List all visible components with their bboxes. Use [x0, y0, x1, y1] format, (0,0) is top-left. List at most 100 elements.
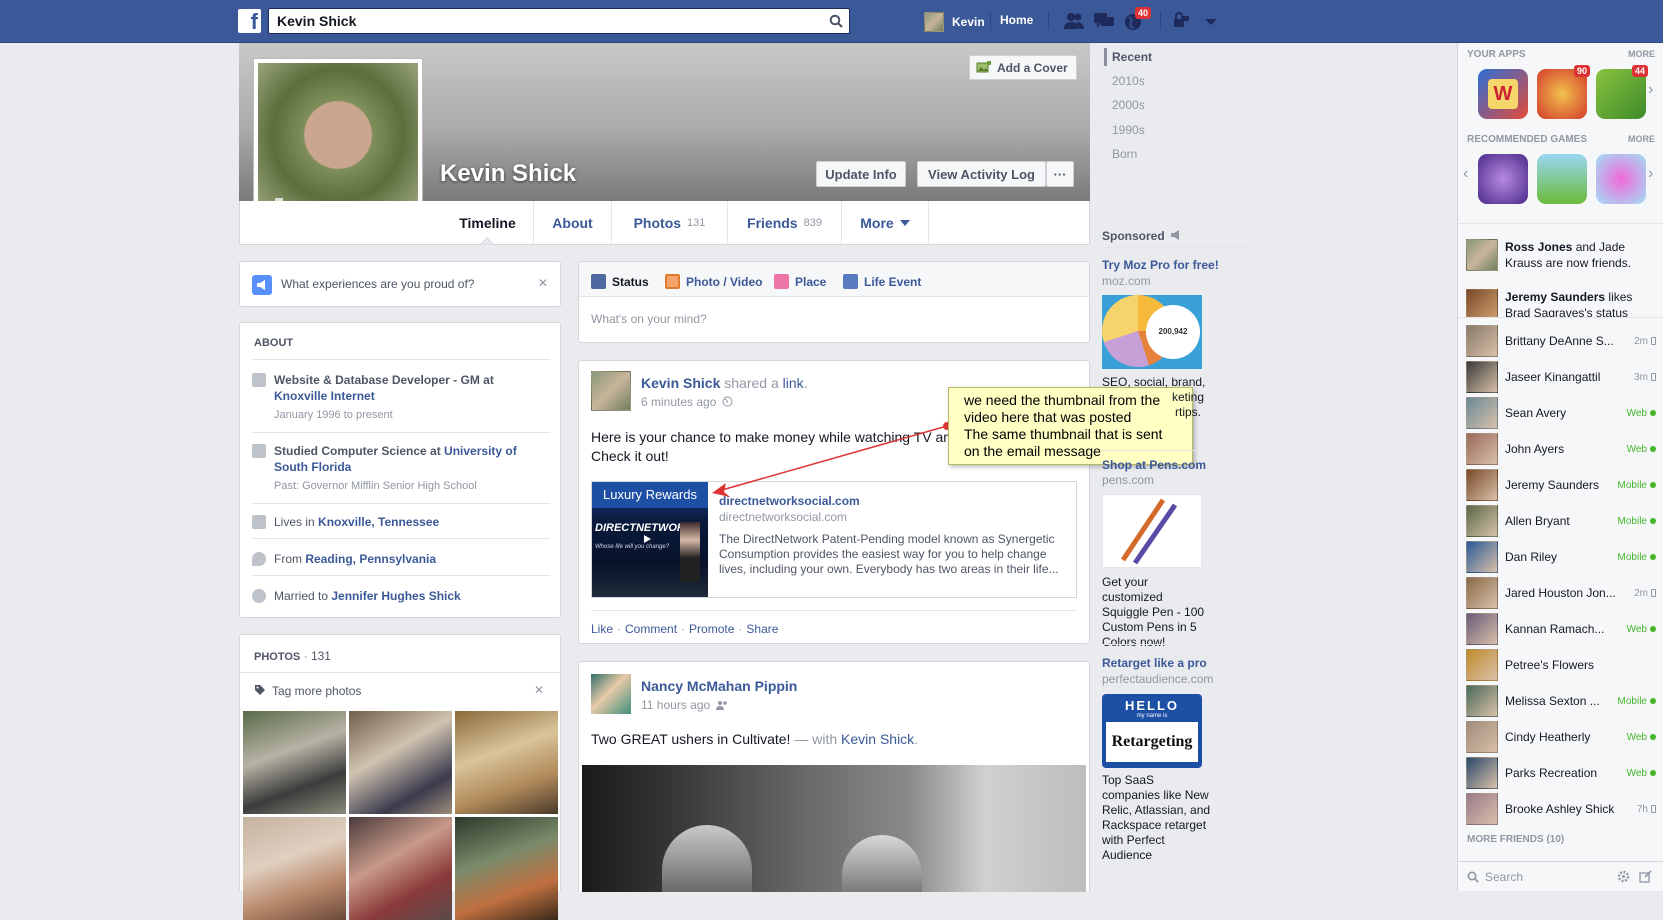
avatar: [1466, 649, 1498, 681]
note-line: The same thumbnail that is sent: [964, 426, 1163, 442]
chat-friend-row[interactable]: Jeremy Saunders Mobile: [1466, 468, 1656, 502]
chat-friend-row[interactable]: Petree's Flowers: [1466, 648, 1656, 682]
ad-title[interactable]: Retarget like a pro: [1102, 656, 1207, 670]
chevron-right-icon[interactable]: ›: [1648, 81, 1653, 99]
friend-name: Melissa Sexton ...: [1505, 694, 1600, 708]
note-line: we need the thumbnail from the: [964, 392, 1161, 408]
online-dot-icon: [1650, 517, 1656, 524]
status-text: Web: [1626, 623, 1647, 635]
ad-image[interactable]: 200,942: [1102, 295, 1202, 369]
megaphone-icon[interactable]: [1170, 230, 1182, 240]
friend-name: John Ayers: [1505, 442, 1565, 456]
status-text: 2m: [1634, 587, 1648, 599]
chat-friend-row[interactable]: Brooke Ashley Shick 7h: [1466, 792, 1656, 826]
pens-image: [1120, 498, 1178, 565]
gear-icon[interactable]: [1617, 870, 1630, 883]
friend-name: Dan Riley: [1505, 550, 1558, 564]
annotation-note: we need the thumbnail from the video her…: [948, 387, 1193, 465]
compose-icon[interactable]: [1639, 870, 1652, 883]
friend-name: Sean Avery: [1505, 406, 1567, 420]
ad-description: keting: [1172, 390, 1205, 404]
game-icon[interactable]: [1537, 154, 1587, 204]
friend-status: Mobile: [1618, 480, 1656, 491]
avatar: [1466, 289, 1498, 317]
avatar: [1466, 793, 1498, 825]
chat-friend-row[interactable]: Melissa Sexton ... Mobile: [1466, 684, 1656, 718]
chat-friend-row[interactable]: Cindy Heatherly Web: [1466, 720, 1656, 754]
chat-friend-row[interactable]: Sean Avery Web: [1466, 396, 1656, 430]
friend-status: Mobile: [1618, 516, 1656, 527]
friend-status: 7h: [1637, 804, 1656, 815]
ad-description: SEO, social, brand,: [1102, 375, 1206, 389]
chat-friend-row[interactable]: Kannan Ramach... Web: [1466, 612, 1656, 646]
online-dot-icon: [1650, 445, 1656, 452]
app-badge: 44: [1632, 65, 1649, 77]
chat-friend-row[interactable]: Jared Houston Jon... 2m: [1466, 576, 1656, 610]
avatar: [1466, 757, 1498, 789]
status-text: 2m: [1634, 335, 1648, 347]
friend-status: Web: [1627, 732, 1656, 743]
ticker-name: Jeremy Saunders: [1505, 290, 1606, 304]
friend-name: Parks Recreation: [1505, 766, 1598, 780]
chat-friend-row[interactable]: Brittany DeAnne S... 2m: [1466, 324, 1656, 358]
game-icon[interactable]: [1596, 154, 1646, 204]
online-dot-icon: [1650, 769, 1656, 776]
avatar: [1466, 433, 1498, 465]
chevron-left-icon[interactable]: ‹: [1463, 165, 1468, 183]
friend-status: 3m: [1634, 372, 1656, 383]
divider: [1102, 450, 1252, 451]
chat-friend-row[interactable]: Jaseer Kinangattil 3m: [1466, 360, 1656, 394]
online-dot-icon: [1650, 553, 1656, 560]
more-friends-header[interactable]: MORE FRIENDS (10): [1467, 834, 1564, 845]
ad-url: pens.com: [1102, 473, 1155, 487]
words-app-icon[interactable]: W: [1478, 69, 1528, 119]
search-icon: [1467, 871, 1479, 883]
friend-status: 2m: [1634, 336, 1656, 347]
friend-name: Jaseer Kinangattil: [1505, 370, 1601, 384]
ad-image[interactable]: HELLO my name is Retargeting: [1102, 694, 1202, 768]
game-icon[interactable]: [1478, 154, 1528, 204]
ad-url: moz.com: [1102, 274, 1151, 288]
avatar: [1466, 721, 1498, 753]
online-dot-icon: [1650, 625, 1656, 632]
chat-friend-row[interactable]: Parks Recreation Web: [1466, 756, 1656, 790]
friend-name: Brittany DeAnne S...: [1505, 334, 1614, 348]
hello-word: Retargeting: [1106, 722, 1198, 762]
friend-name: Kannan Ramach...: [1505, 622, 1605, 636]
ad-title[interactable]: Shop at Pens.com: [1102, 458, 1206, 472]
ad-image[interactable]: [1102, 494, 1202, 568]
online-dot-icon: [1650, 481, 1656, 488]
status-text: Web: [1626, 407, 1647, 419]
ticker-item[interactable]: Ross Jones and Jade Krauss are now frien…: [1466, 239, 1655, 271]
ad-chart-value: 200,942: [1146, 305, 1200, 359]
status-text: Mobile: [1617, 479, 1647, 491]
chat-search-input[interactable]: Search: [1485, 870, 1523, 884]
avatar: [1466, 469, 1498, 501]
friend-name: Petree's Flowers: [1505, 658, 1594, 672]
apps-more-link[interactable]: MORE: [1628, 49, 1655, 59]
friend-name: Jared Houston Jon...: [1505, 586, 1616, 600]
avatar: [1466, 613, 1498, 645]
friend-name: Allen Bryant: [1505, 514, 1570, 528]
ticker-item[interactable]: Jeremy Saunders likes Brad Sagraves's st…: [1466, 289, 1655, 317]
status-text: Web: [1626, 443, 1647, 455]
avatar: [1466, 685, 1498, 717]
status-text: Mobile: [1617, 515, 1647, 527]
avatar: [1466, 361, 1498, 393]
friend-name: Cindy Heatherly: [1505, 730, 1591, 744]
online-dot-icon: [1650, 409, 1656, 416]
chat-friend-row[interactable]: John Ayers Web: [1466, 432, 1656, 466]
avatar: [1466, 397, 1498, 429]
chat-friend-row[interactable]: Dan Riley Mobile: [1466, 540, 1656, 574]
friend-status: Web: [1627, 768, 1656, 779]
avatar: [1466, 239, 1498, 271]
chevron-right-icon[interactable]: ›: [1648, 165, 1653, 183]
games-more-link[interactable]: MORE: [1628, 134, 1655, 144]
status-text: Web: [1626, 767, 1647, 779]
avatar: [1466, 541, 1498, 573]
right-sidebar: YOUR APPS MORE W 90 44 › RECOMMENDED GAM…: [1457, 43, 1663, 891]
mobile-phone-icon: [1651, 336, 1656, 345]
ad-title[interactable]: Try Moz Pro for free!: [1102, 258, 1219, 272]
mobile-phone-icon: [1651, 804, 1656, 813]
chat-friend-row[interactable]: Allen Bryant Mobile: [1466, 504, 1656, 538]
